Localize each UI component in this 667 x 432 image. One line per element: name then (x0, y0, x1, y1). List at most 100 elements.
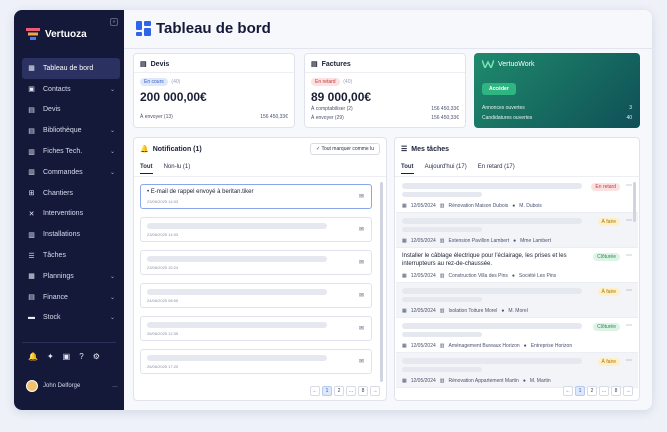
finance-icon: ▤ (28, 294, 35, 302)
sidebar-item-tableau-de-bord[interactable]: ▦ Tableau de bord (22, 58, 120, 79)
notification-item[interactable]: • E-mail de rappel envoyé à beritan.tike… (140, 184, 372, 209)
vertuowork-logo-icon (482, 60, 494, 68)
next-page-button[interactable]: → (623, 386, 633, 396)
task-item[interactable]: À faire ⋯ ▦ 12/05/2024 ▥ Extension Pavillon L… (396, 213, 638, 248)
notification-item[interactable]: 26/06/2025 17:20 ✉ (140, 349, 372, 374)
notification-text: • E-mail de rappel envoyé à beritan.tike… (147, 189, 254, 195)
sidebar-item-fiches-tech-[interactable]: ▥ Fiches Tech. ⌄ (22, 141, 120, 162)
task-date: 12/05/2024 (410, 238, 436, 244)
task-item[interactable]: À faire ⋯ ▦ 12/05/2024 ▥ Rénovation Apparteme… (396, 353, 638, 388)
page-button[interactable]: 2 (587, 386, 597, 396)
page-button[interactable]: 2 (334, 386, 344, 396)
access-button[interactable]: Accéder (482, 83, 516, 95)
page-button[interactable]: 1 (575, 386, 585, 396)
tab-unread[interactable]: Non-lu (1) (164, 164, 191, 174)
sidebar-item-finance[interactable]: ▤ Finance ⌄ (22, 287, 120, 308)
sidebar-item-label: Devis (43, 106, 61, 114)
devis-card[interactable]: ▤ Devis En cours (40) 200 000,00€ À envo… (133, 53, 295, 128)
tab-late[interactable]: En retard (17) (478, 164, 515, 174)
main-content: Tableau de bord ▤ Devis En cours (40) 20… (124, 10, 652, 410)
factures-row-label: À comptabiliser (2) (311, 106, 353, 112)
notifications-divider (134, 176, 386, 177)
sidebar-item-chantiers[interactable]: ⊞ Chantiers (22, 183, 120, 204)
notification-scrollbar[interactable] (380, 182, 383, 382)
calendar-icon: ▦ (402, 203, 407, 209)
more-options-icon[interactable]: ⋯ (626, 287, 632, 294)
book-icon[interactable]: ▣ (63, 352, 71, 361)
sidebar-item-devis[interactable]: ▤ Devis (22, 100, 120, 121)
sidebar-item-contacts[interactable]: ▣ Contacts ⌄ (22, 79, 120, 100)
vertuowork-card[interactable]: VertuoWork Accéder Annonces ouvertes 3 C… (474, 53, 640, 128)
notification-date: 23/06/2025 14:03 (147, 199, 179, 204)
more-options-icon[interactable]: ⋯ (626, 217, 632, 224)
mail-open-icon[interactable]: ✉ (359, 259, 364, 266)
calendar-icon: ▦ (402, 238, 407, 244)
page-button[interactable]: 8 (358, 386, 368, 396)
task-person: Mme Lambert (520, 238, 551, 244)
sidebar-item-commandes[interactable]: ▥ Commandes ⌄ (22, 162, 120, 183)
mark-all-read-button[interactable]: ✓ Tout marquer comme lu (309, 143, 380, 155)
vertuowork-row-label: Annonces ouvertes (482, 105, 525, 111)
task-item[interactable]: À faire ⋯ ▦ 12/05/2024 ▥ Isolation Toiture Mo… (396, 283, 638, 318)
next-page-button[interactable]: → (370, 386, 380, 396)
task-date: 12/05/2024 (410, 378, 436, 384)
project-icon: ▥ (439, 343, 445, 349)
collapse-sidebar-button[interactable]: » (110, 18, 118, 26)
settings-icon[interactable]: ⚙ (93, 352, 100, 361)
notification-placeholder (147, 289, 327, 295)
mark-all-read-label: Tout marquer comme lu (321, 146, 374, 152)
notification-item[interactable]: 24/06/2025 08:05 ✉ (140, 283, 372, 308)
user-profile[interactable]: John Delforge … (26, 380, 118, 392)
task-placeholder (402, 227, 482, 232)
sidebar-item-bibliothèque[interactable]: ▤ Bibliothèque ⌄ (22, 120, 120, 141)
task-item[interactable]: En retard ⋯ ▦ 12/05/2024 ▥ Rénovation Maison … (396, 178, 638, 213)
prev-page-button[interactable]: ← (310, 386, 320, 396)
task-item[interactable]: Clôturée ⋯ ▦ 12/05/2024 ▥ Aménagement Bureaux… (396, 318, 638, 353)
factures-card[interactable]: ▤ Factures En retard (40) 89 000,00€ À c… (304, 53, 466, 128)
sidebar-item-stock[interactable]: ▬ Stock ⌄ (22, 308, 120, 329)
devis-icon: ▤ (28, 106, 35, 114)
sidebar-item-plannings[interactable]: ▦ Plannings ⌄ (22, 266, 120, 287)
devis-divider (134, 72, 294, 73)
factures-amount: 89 000,00€ (311, 90, 372, 104)
tab-all[interactable]: Tout (140, 164, 153, 174)
mail-open-icon[interactable]: ✉ (359, 226, 364, 233)
notification-item[interactable]: 23/06/2025 15:24 ✉ (140, 250, 372, 275)
task-item[interactable]: Installer le câblage électrique pour l'é… (396, 248, 638, 283)
user-menu-icon[interactable]: … (112, 383, 118, 389)
page-button[interactable]: 1 (322, 386, 332, 396)
mail-open-icon[interactable]: ✉ (359, 325, 364, 332)
more-options-icon[interactable]: ⋯ (626, 182, 632, 189)
logo[interactable]: Vertuoza (26, 28, 87, 40)
more-options-icon[interactable]: ⋯ (626, 357, 632, 364)
tab-today[interactable]: Aujourd'hui (17) (425, 164, 467, 174)
page-button[interactable]: 8 (611, 386, 621, 396)
tab-all[interactable]: Tout (401, 164, 414, 174)
task-tabs: Tout Aujourd'hui (17) En retard (17) (401, 164, 515, 174)
sidebar-item-tâches[interactable]: ☰ Tâches (22, 245, 120, 266)
tasks-icon: ☰ (401, 146, 408, 153)
bell-icon[interactable]: 🔔 (28, 352, 38, 361)
factures-row: À envoyer (29) 156 450,33€ (311, 115, 459, 121)
prev-page-button[interactable]: ← (563, 386, 573, 396)
sparkle-icon[interactable]: ✦ (47, 352, 54, 361)
help-icon[interactable]: ? (79, 352, 83, 361)
page-button[interactable]: ... (346, 386, 356, 396)
mail-icon[interactable]: ✉ (359, 193, 364, 200)
sidebar-item-installations[interactable]: ▥ Installations (22, 224, 120, 245)
chevron-down-icon: ⌄ (109, 294, 115, 301)
notification-item[interactable]: 23/06/2025 14:03 ✉ (140, 217, 372, 242)
task-meta: ▦ 12/05/2024 ▥ Rénovation Maison Dubois ● M. … (402, 203, 542, 209)
mail-open-icon[interactable]: ✉ (359, 358, 364, 365)
task-person: M. Dubois (519, 203, 542, 209)
factures-icon: ▤ (311, 61, 318, 68)
page-button[interactable]: ... (599, 386, 609, 396)
mail-open-icon[interactable]: ✉ (359, 292, 364, 299)
person-icon: ● (511, 273, 515, 279)
sidebar-item-interventions[interactable]: ✕ Interventions (22, 204, 120, 225)
more-options-icon[interactable]: ⋯ (626, 252, 632, 259)
person-icon: ● (523, 343, 527, 349)
task-scrollbar[interactable] (633, 182, 636, 222)
more-options-icon[interactable]: ⋯ (626, 322, 632, 329)
notification-item[interactable]: 26/06/2025 12:35 ✉ (140, 316, 372, 341)
